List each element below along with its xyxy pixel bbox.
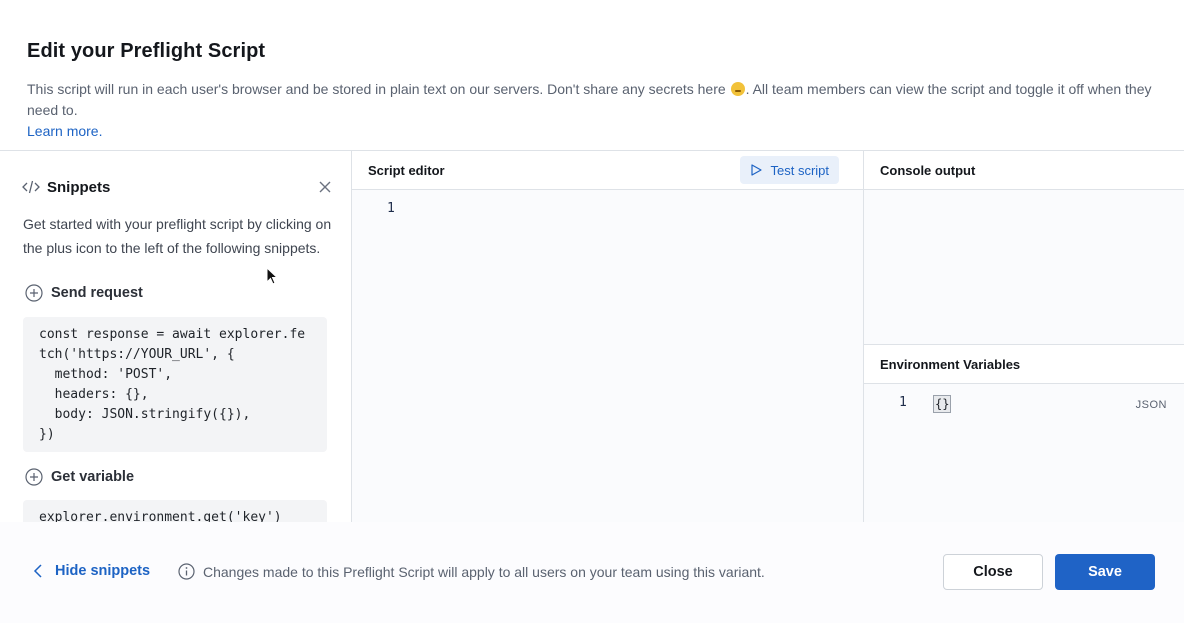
snippet-code-block: const response = await explorer.fe tch('… [23,317,327,452]
environment-variables-header: Environment Variables [864,344,1184,384]
chevron-left-icon [33,564,42,578]
info-icon [178,563,195,580]
description-text: This script will run in each user's brow… [27,81,726,97]
console-output-area [864,190,1184,344]
snippet-code-block: explorer.environment.get('key') [23,500,327,522]
plus-circle-icon[interactable] [25,284,43,302]
close-snippets-icon[interactable] [319,181,331,193]
snippet-label: Send request [51,285,143,301]
environment-variables-title: Environment Variables [880,356,1021,372]
snippet-send-request[interactable]: Send request [25,284,143,302]
test-script-label: Test script [770,162,829,178]
snippets-header: Snippets [22,177,331,197]
test-script-button[interactable]: Test script [740,156,839,184]
info-note: Changes made to this Preflight Script wi… [178,563,765,580]
line-number: 1 [899,395,907,410]
console-output-title: Console output [880,162,976,178]
dialog-description: This script will run in each user's brow… [27,79,1157,142]
code-icon [22,180,40,194]
dialog-title: Edit your Preflight Script [27,40,266,62]
shushing-face-emoji-icon [730,82,745,96]
snippets-intro: Get started with your preflight script b… [23,216,332,256]
save-button[interactable]: Save [1055,554,1155,590]
snippet-get-variable[interactable]: Get variable [25,468,134,486]
dialog-footer: Hide snippets Changes made to this Prefl… [0,522,1184,623]
dialog-header: Edit your Preflight Script This script w… [0,0,1184,150]
script-editor-panel: Script editor Test script 1 [352,151,864,522]
script-editor-header: Script editor Test script [352,151,863,190]
script-editor-title: Script editor [368,162,445,178]
play-icon [751,164,763,176]
env-json-value: {} [933,395,952,413]
script-editor-input[interactable]: 1 [352,190,863,522]
console-panel: Console output Environment Variables 1 {… [864,151,1184,522]
learn-more-link[interactable]: Learn more. [27,123,102,139]
environment-variables-editor[interactable]: 1 {} JSON [864,384,1184,522]
plus-circle-icon[interactable] [25,468,43,486]
hide-snippets-label: Hide snippets [55,563,151,579]
json-format-label: JSON [1135,399,1167,411]
console-output-header: Console output [864,151,1184,190]
snippets-title: Snippets [47,178,111,196]
snippet-label: Get variable [51,469,135,485]
dialog-body: Snippets Get started with your preflight… [0,150,1184,522]
hide-snippets-button[interactable]: Hide snippets [33,563,150,579]
line-number: 1 [387,201,395,216]
snippets-panel: Snippets Get started with your preflight… [0,151,352,522]
info-text: Changes made to this Preflight Script wi… [203,563,765,580]
close-button[interactable]: Close [943,554,1043,590]
